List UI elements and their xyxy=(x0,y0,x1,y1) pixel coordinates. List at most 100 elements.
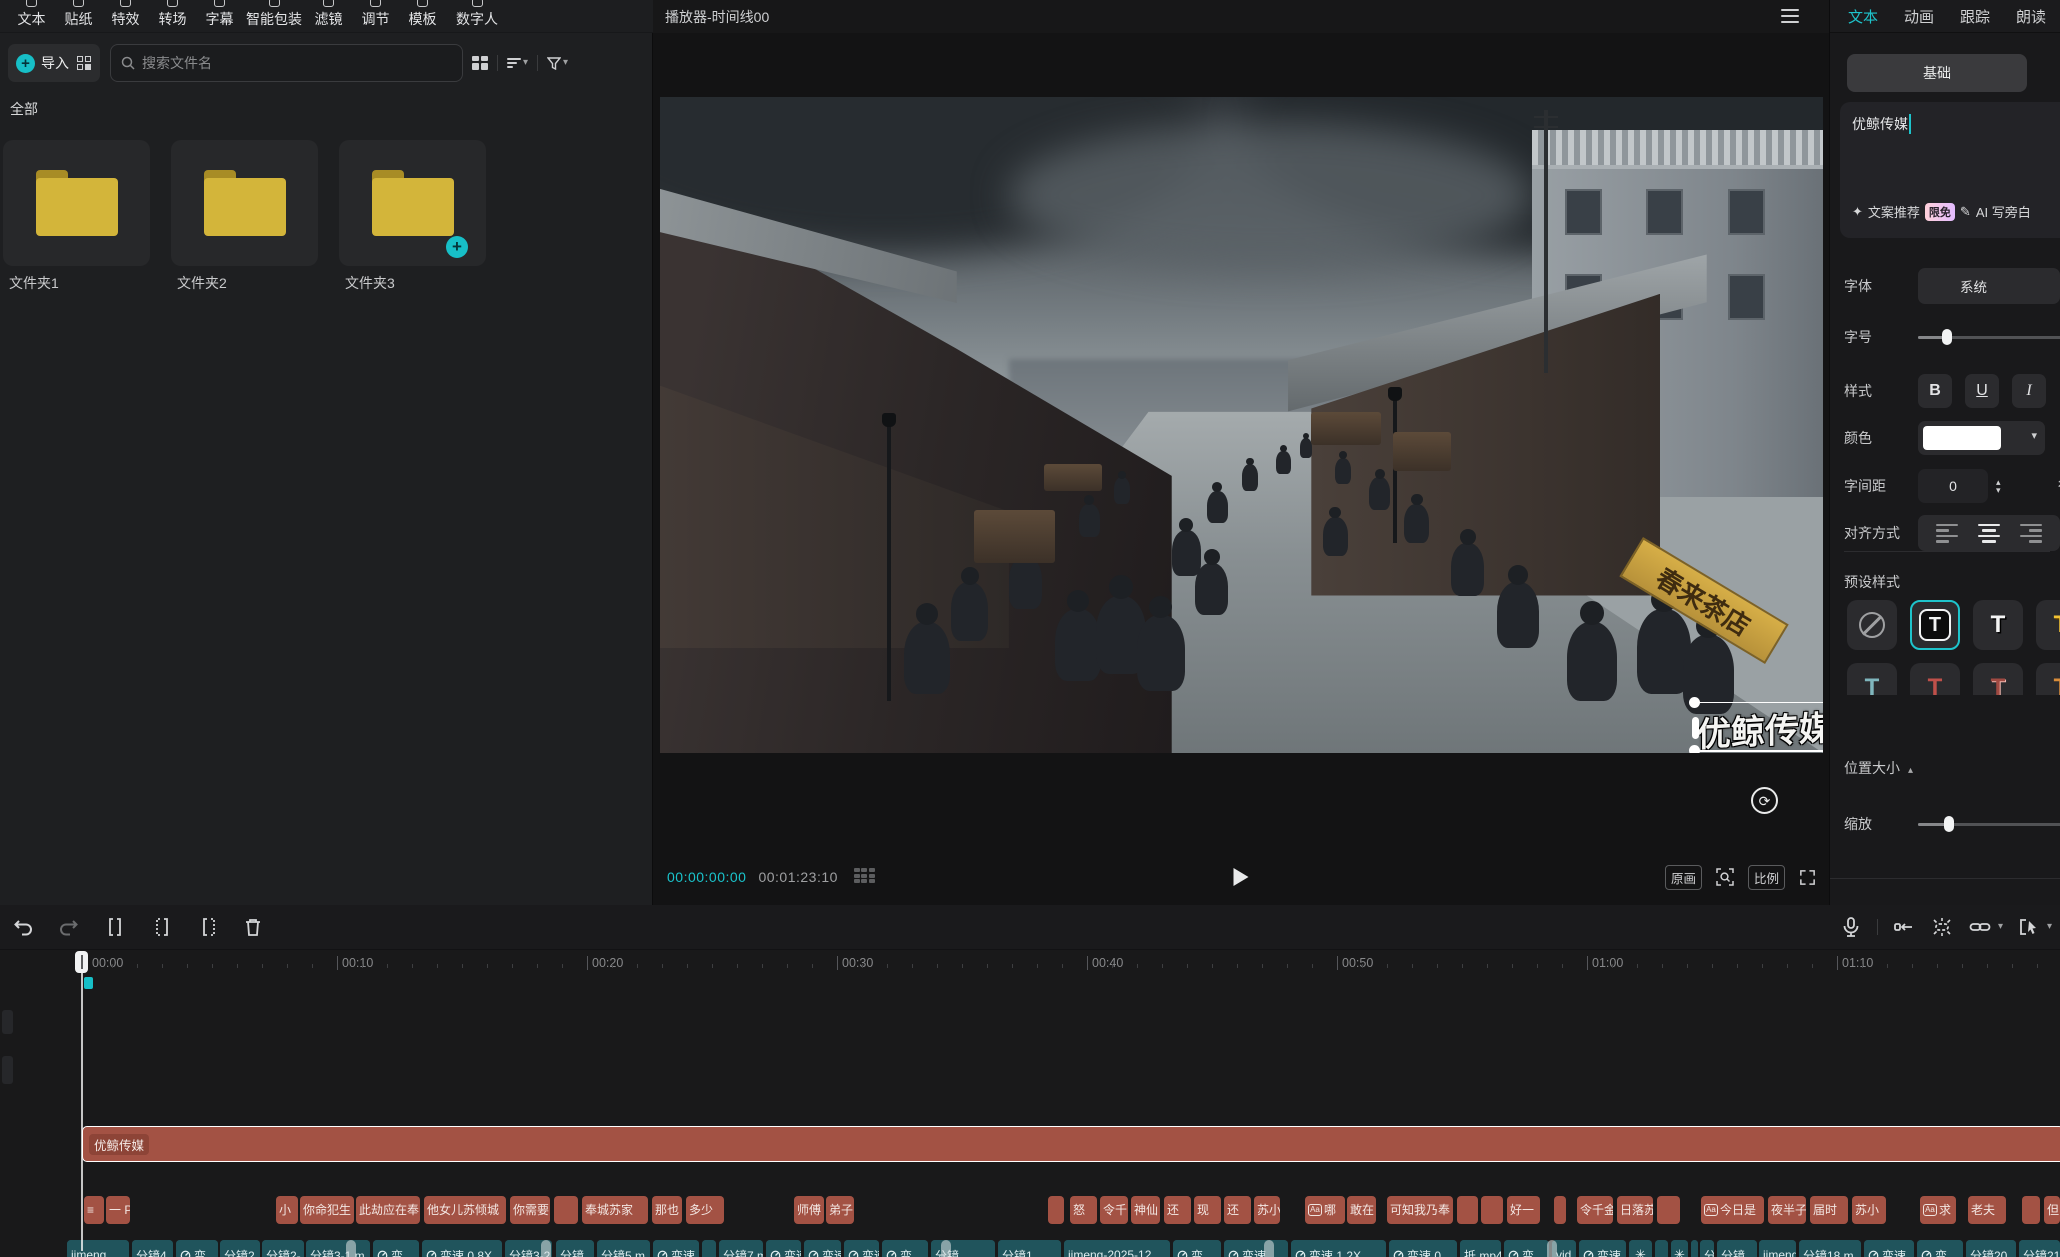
subtitle-clip[interactable]: 你命犯生 xyxy=(300,1196,354,1224)
subtitle-clip[interactable]: 师傅 xyxy=(794,1196,824,1224)
menu-item-字幕[interactable]: 字幕 xyxy=(196,4,243,29)
subtitle-clip[interactable] xyxy=(1657,1196,1680,1224)
video-clip[interactable]: 分镜1 xyxy=(998,1240,1061,1257)
subtitle-clip[interactable]: Aa求 xyxy=(1920,1196,1956,1224)
scale-slider[interactable] xyxy=(1918,816,2058,832)
video-clip[interactable]: 变速 1.2X xyxy=(1291,1240,1386,1257)
subtitle-clip[interactable] xyxy=(1554,1196,1566,1224)
subtitle-clip[interactable]: 可知我乃奉 xyxy=(1387,1196,1453,1224)
select-mode-icon[interactable] xyxy=(2017,915,2041,939)
tab-animation[interactable]: 动画 xyxy=(1904,6,1934,27)
split-icon[interactable] xyxy=(103,915,127,939)
subtitle-clip[interactable] xyxy=(1481,1196,1503,1224)
video-clip[interactable]: 变 xyxy=(1917,1240,1963,1257)
preset-style-t-red[interactable]: T xyxy=(1910,663,1960,695)
video-clip[interactable]: 分镜5.m xyxy=(597,1240,650,1257)
subtitle-clip[interactable]: 但 xyxy=(2044,1196,2060,1224)
subtitle-clip[interactable]: 他女儿苏倾城 xyxy=(424,1196,506,1224)
subtitle-clip[interactable]: 好一 xyxy=(1507,1196,1540,1224)
subtitle-clip[interactable]: 苏小 xyxy=(1852,1196,1886,1224)
preset-style-t-teal[interactable]: T xyxy=(1847,663,1897,695)
color-picker[interactable]: ▾ xyxy=(1918,421,2045,455)
grid-view-icon[interactable] xyxy=(472,56,488,70)
subtitle-clip[interactable]: 敢在 xyxy=(1347,1196,1376,1224)
spacing-stepper[interactable]: ▴▾ xyxy=(1996,478,2001,494)
menu-item-调节[interactable]: 调节 xyxy=(352,4,399,29)
transition-marker[interactable] xyxy=(346,1240,356,1257)
subtitle-clip[interactable]: Aa哪 xyxy=(1305,1196,1345,1224)
subtitle-clip[interactable]: 令千金 xyxy=(1577,1196,1613,1224)
subtitle-clip[interactable]: 现 xyxy=(1194,1196,1221,1224)
folder-card[interactable]: +文件夹3 xyxy=(339,140,486,266)
subtitle-clip[interactable]: 你需要 xyxy=(510,1196,550,1224)
video-clip[interactable]: 分 xyxy=(1700,1240,1714,1257)
preset-style-t-yellow[interactable]: T xyxy=(2036,600,2060,650)
trim-left-icon[interactable] xyxy=(150,915,174,939)
transition-fx-clip[interactable]: ✳ xyxy=(1671,1240,1688,1257)
subtitle-clip[interactable]: 老夫 xyxy=(1968,1196,2006,1224)
video-clip[interactable]: 抵.mp4 xyxy=(1460,1240,1501,1257)
menu-item-模板[interactable]: 模板 xyxy=(399,4,446,29)
letter-spacing-input[interactable]: 0 xyxy=(1918,469,1988,503)
video-clip[interactable]: 变 xyxy=(1504,1240,1549,1257)
snap-icon[interactable] xyxy=(1892,915,1916,939)
template-grid-icon[interactable] xyxy=(77,56,92,71)
preview-axis-icon[interactable] xyxy=(1930,915,1954,939)
font-size-slider[interactable] xyxy=(1918,329,2058,345)
redo-icon[interactable] xyxy=(56,915,80,939)
subtitle-clip[interactable]: 多少 xyxy=(686,1196,724,1224)
video-clip[interactable]: 变 xyxy=(882,1240,928,1257)
video-clip[interactable]: 分镜4 xyxy=(132,1240,173,1257)
subtitle-clip[interactable]: 日落苏 xyxy=(1617,1196,1653,1224)
align-right-icon[interactable] xyxy=(2020,524,2042,543)
subtitle-clip[interactable]: 令千 xyxy=(1100,1196,1128,1224)
undo-icon[interactable] xyxy=(12,915,36,939)
subtitle-clip[interactable]: 弟子 xyxy=(826,1196,854,1224)
video-clip[interactable]: jimeng xyxy=(1759,1240,1796,1257)
preset-style-t-orange[interactable]: T xyxy=(2036,663,2060,695)
video-clip[interactable]: 变 xyxy=(1173,1240,1221,1257)
delete-icon[interactable] xyxy=(241,915,265,939)
video-clip[interactable]: 分镜2 xyxy=(220,1240,260,1257)
video-clip[interactable]: 变速 0. xyxy=(1389,1240,1457,1257)
folder-card[interactable]: 文件夹2 xyxy=(171,140,318,266)
underline-button[interactable]: U xyxy=(1965,374,1999,408)
subtitle-clip[interactable]: 还 xyxy=(1164,1196,1191,1224)
align-left-icon[interactable] xyxy=(1936,524,1958,543)
video-clip[interactable]: 分镜3-1.m xyxy=(306,1240,370,1257)
video-clip[interactable]: 变 xyxy=(176,1240,218,1257)
copy-recommend-button[interactable]: 文案推荐 xyxy=(1868,202,1920,221)
play-button[interactable] xyxy=(1234,868,1249,886)
filter-icon[interactable]: ▾ xyxy=(547,57,568,70)
text-overlay[interactable]: 优鲸传媒 xyxy=(1697,701,1823,753)
subtitle-clip[interactable]: 夜半子 xyxy=(1768,1196,1806,1224)
tab-text[interactable]: 文本 xyxy=(1848,6,1878,27)
subtitle-clip[interactable] xyxy=(1048,1196,1064,1224)
transition-marker[interactable] xyxy=(1264,1240,1274,1257)
subtitle-clip[interactable]: 那也 xyxy=(652,1196,682,1224)
subtitle-clip[interactable] xyxy=(2022,1196,2040,1224)
selection-handle[interactable] xyxy=(1692,717,1699,739)
tab-readaloud[interactable]: 朗读 xyxy=(2016,6,2046,27)
align-center-icon[interactable] xyxy=(1978,524,2000,543)
menu-item-文本[interactable]: 文本 xyxy=(8,4,55,29)
subtitle-clip[interactable]: 此劫应在奉 xyxy=(356,1196,420,1224)
video-clip[interactable]: 变速 0.8X xyxy=(422,1240,502,1257)
preset-style-t-maroon[interactable]: T xyxy=(1973,663,2023,695)
trim-right-icon[interactable] xyxy=(197,915,221,939)
sort-icon[interactable]: ▾ xyxy=(507,58,528,68)
add-badge-icon[interactable]: + xyxy=(446,236,468,258)
tab-tracking[interactable]: 跟踪 xyxy=(1960,6,1990,27)
video-clip[interactable]: 分镜 xyxy=(1717,1240,1757,1257)
font-select[interactable]: 系统 xyxy=(1918,268,2060,304)
selection-handle[interactable] xyxy=(1689,745,1700,753)
video-clip[interactable]: 变速 xyxy=(766,1240,801,1257)
preset-style-t-boxed[interactable]: T xyxy=(1910,600,1960,650)
fullscreen-icon[interactable] xyxy=(1798,868,1817,887)
transition-marker[interactable] xyxy=(941,1240,951,1257)
ai-narration-button[interactable]: AI 写旁白 xyxy=(1976,202,2031,221)
subtitle-clip[interactable]: Aa今日是 xyxy=(1701,1196,1764,1224)
video-clip[interactable] xyxy=(702,1240,716,1257)
record-voiceover-icon[interactable] xyxy=(1839,915,1863,939)
video-clip[interactable]: 变速 xyxy=(653,1240,699,1257)
